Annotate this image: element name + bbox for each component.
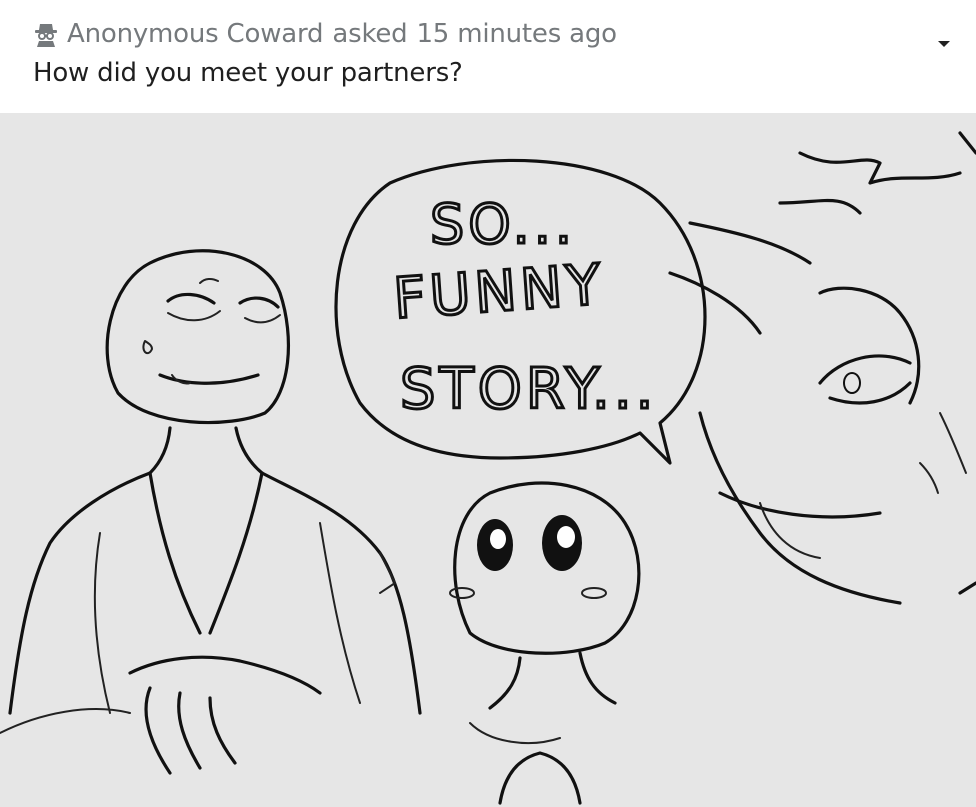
- spy-icon: [33, 21, 59, 47]
- ask-header: Anonymous Coward asked 15 minutes ago Ho…: [0, 0, 976, 113]
- asked-label: asked: [332, 19, 408, 49]
- question-text: How did you meet your partners?: [33, 58, 463, 88]
- caret-down-icon[interactable]: [934, 34, 954, 54]
- speech-line-1: SO...: [430, 193, 576, 256]
- asker-name[interactable]: Anonymous Coward: [67, 19, 324, 49]
- asker-line: Anonymous Coward asked 15 minutes ago: [33, 16, 617, 52]
- timestamp[interactable]: 15 minutes ago: [416, 19, 617, 49]
- artwork-image: SO... FUNNY STORY...: [0, 113, 976, 807]
- speech-line-3: STORY...: [400, 357, 657, 422]
